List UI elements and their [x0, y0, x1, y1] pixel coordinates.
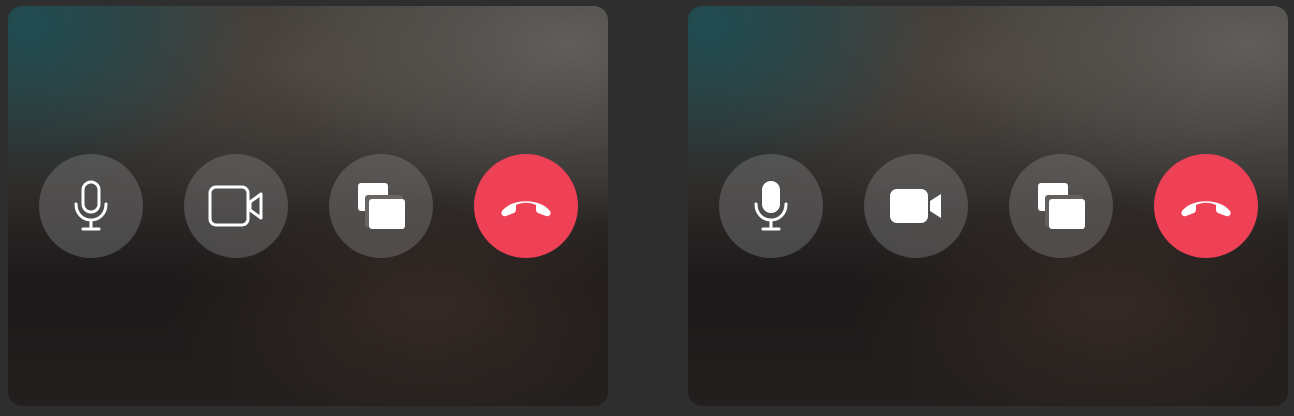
- microphone-button[interactable]: [39, 154, 143, 258]
- end-call-button[interactable]: [474, 154, 578, 258]
- end-call-button[interactable]: [1154, 154, 1258, 258]
- camera-button[interactable]: [184, 154, 288, 258]
- overlapping-windows-icon: [358, 183, 405, 229]
- phone-hangup-icon: [1181, 201, 1231, 217]
- microphone-outline-icon: [74, 180, 108, 231]
- camera-button[interactable]: [864, 154, 968, 258]
- video-camera-outline-icon: [208, 185, 263, 227]
- microphone-button[interactable]: [719, 154, 823, 258]
- overlapping-windows-icon: [1038, 183, 1085, 229]
- microphone-filled-icon: [754, 181, 788, 231]
- phone-hangup-icon: [501, 201, 551, 217]
- call-controls-bar: [719, 154, 1258, 258]
- call-controls-panel-outline: [8, 6, 608, 406]
- video-camera-filled-icon: [890, 189, 941, 223]
- call-controls-panel-filled: [688, 6, 1288, 406]
- screen-share-button[interactable]: [329, 154, 433, 258]
- screen-share-button[interactable]: [1009, 154, 1113, 258]
- call-controls-bar: [39, 154, 578, 258]
